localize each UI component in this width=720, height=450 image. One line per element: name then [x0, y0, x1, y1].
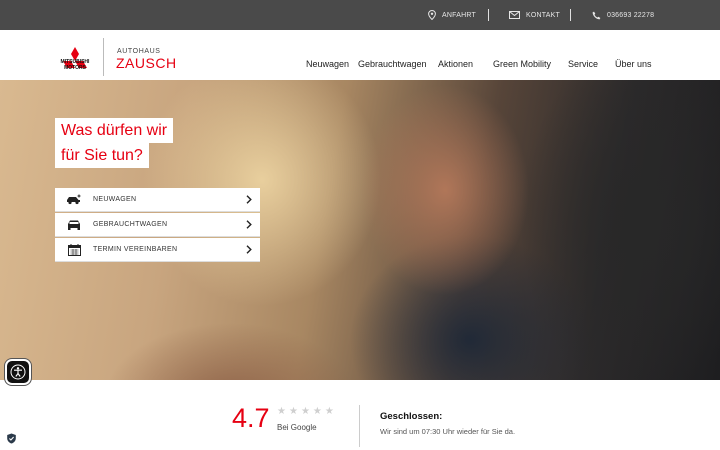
opening-status-text: Wir sind um 07:30 Uhr wieder für Sie da. — [380, 427, 516, 436]
accessibility-icon — [10, 364, 26, 380]
quicklink-label: NEUWAGEN — [93, 196, 137, 203]
shield-check-icon[interactable] — [6, 433, 17, 444]
chevron-right-icon — [246, 245, 252, 254]
star-icon: ★ — [324, 406, 334, 417]
quicklink-termin[interactable]: TERMIN VEREINBAREN — [55, 238, 260, 262]
rating-stars: ★ ★ ★ ★ ★ — [277, 407, 334, 417]
star-icon: ★ — [300, 406, 310, 417]
dealer-prefix: AUTOHAUS — [117, 48, 161, 55]
directions-label: ANFAHRT — [442, 11, 476, 19]
calendar-icon — [66, 243, 82, 256]
site-header — [0, 30, 720, 80]
nav-item-ueber-uns[interactable]: Über uns — [615, 59, 652, 69]
rating-source: Bei Google — [277, 423, 317, 432]
envelope-icon — [509, 11, 520, 19]
used-car-icon — [66, 219, 82, 231]
phone-number: 036693 22278 — [607, 11, 655, 19]
nav-item-neuwagen[interactable]: Neuwagen — [306, 59, 349, 69]
topbar-divider — [570, 9, 571, 21]
dealer-name-link[interactable]: ZAUSCH — [116, 55, 177, 71]
quicklink-label: TERMIN VEREINBAREN — [93, 246, 178, 253]
contact-link[interactable]: KONTAKT — [509, 0, 560, 30]
new-car-icon — [66, 194, 82, 206]
top-bar: ANFAHRT KONTAKT 036693 22278 — [0, 0, 720, 30]
phone-link[interactable]: 036693 22278 — [592, 0, 654, 30]
opening-status-title: Geschlossen: — [380, 411, 443, 422]
info-divider — [359, 405, 360, 447]
google-rating-score: 4.7 — [232, 403, 270, 433]
hero-title-line2: für Sie tun? — [55, 143, 149, 168]
nav-item-aktionen[interactable]: Aktionen — [438, 59, 473, 69]
star-icon: ★ — [277, 406, 286, 417]
brand-divider — [103, 38, 104, 76]
mitsubishi-logo-text: MITSUBISHI MOTORS — [57, 59, 93, 71]
quicklink-gebrauchtwagen[interactable]: GEBRAUCHTWAGEN — [55, 213, 260, 237]
chevron-right-icon — [246, 220, 252, 229]
chevron-right-icon — [246, 195, 252, 204]
accessibility-button[interactable] — [5, 359, 31, 385]
directions-link[interactable]: ANFAHRT — [428, 0, 476, 30]
nav-item-service[interactable]: Service — [568, 59, 598, 69]
phone-icon — [592, 11, 601, 19]
topbar-divider — [488, 9, 489, 21]
location-pin-icon — [428, 10, 436, 20]
nav-item-gebrauchtwagen[interactable]: Gebrauchtwagen — [358, 59, 427, 69]
quicklink-label: GEBRAUCHTWAGEN — [93, 221, 168, 228]
nav-item-green-mobility[interactable]: Green Mobility — [493, 59, 551, 69]
star-icon: ★ — [288, 406, 298, 417]
hero-title-line1: Was dürfen wir — [55, 118, 174, 143]
hero-title: Was dürfen wir für Sie tun? — [55, 118, 174, 168]
contact-label: KONTAKT — [526, 11, 560, 19]
quicklink-neuwagen[interactable]: NEUWAGEN — [55, 188, 260, 212]
logo-text-line2: MOTORS — [64, 64, 86, 71]
star-icon: ★ — [312, 406, 322, 417]
